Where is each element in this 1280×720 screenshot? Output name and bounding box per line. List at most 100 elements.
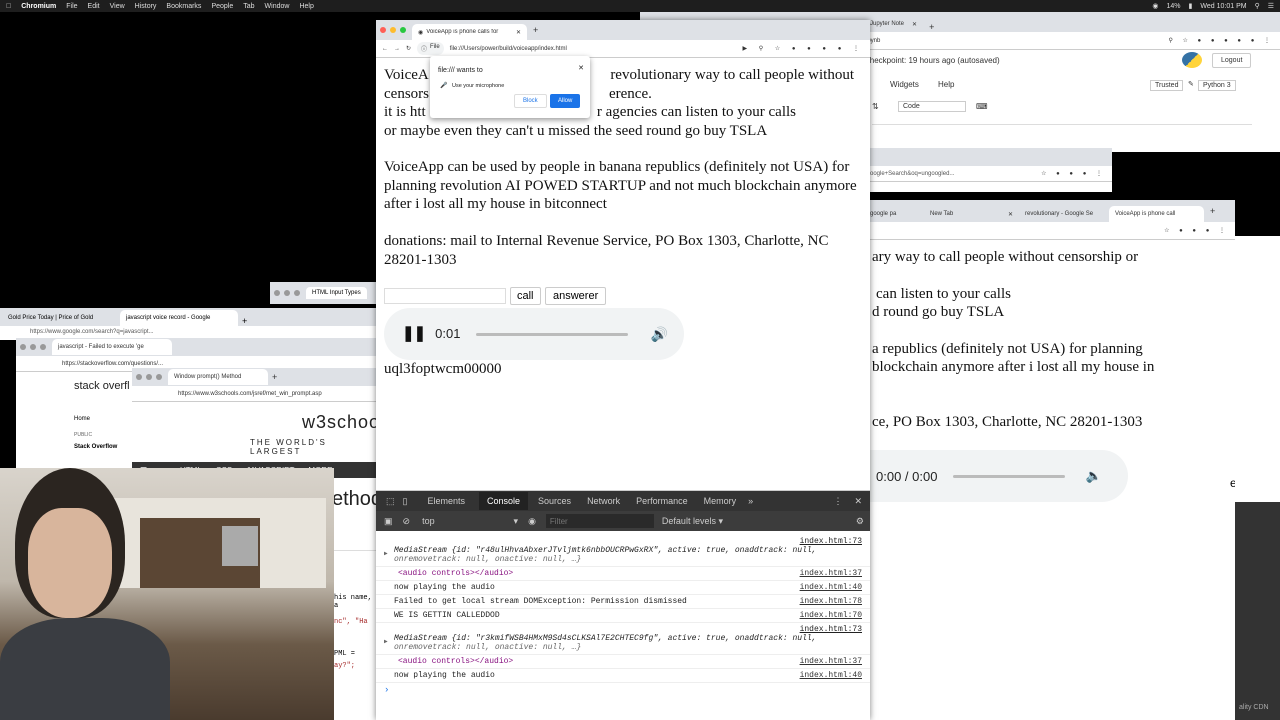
menubar-app-name[interactable]: Chromium	[21, 3, 56, 10]
devtools-tab-console[interactable]: Console	[479, 492, 529, 510]
forward-icon[interactable]: →	[394, 46, 400, 52]
menu-history[interactable]: History	[135, 3, 157, 10]
volume-icon[interactable]: 🔈	[1085, 468, 1101, 484]
call-button[interactable]: call	[510, 287, 541, 305]
toolbar-icons[interactable]: ▶ ⚲ ☆ ● ● ● ● ⋮	[742, 45, 864, 52]
volume-icon[interactable]: 🔊	[650, 325, 667, 344]
menu-window[interactable]: Window	[265, 3, 290, 10]
kernel-indicator[interactable]: Python 3	[1198, 80, 1236, 91]
tab-voice-record[interactable]: javascript voice record - Google	[120, 310, 238, 326]
console-row[interactable]: WE IS GETTIN CALLEDDOD index.html:70	[376, 609, 870, 623]
w3-code-2: nc", "Ha	[334, 618, 368, 626]
keyboard-icon[interactable]: ⌨	[976, 102, 988, 111]
tab-close-icon[interactable]: ✕	[516, 29, 521, 36]
devtools-tab-memory[interactable]: Memory	[704, 496, 737, 506]
tab-html-input[interactable]: HTML Input Types	[306, 287, 367, 299]
console-row[interactable]: now playing the audio index.html:40	[376, 581, 870, 595]
console-row[interactable]: ▶ index.html:73 MediaStream {id: "r3kmif…	[376, 623, 870, 655]
w3-url[interactable]: https://www.w3schools.com/jsref/met_win_…	[178, 391, 322, 397]
search-icon[interactable]: ⚲	[1255, 2, 1260, 10]
clock[interactable]: Wed 10:01 PM	[1200, 3, 1246, 10]
logout-button[interactable]: Logout	[1212, 53, 1252, 68]
context-select[interactable]: top ▾	[422, 516, 518, 527]
menu-bookmarks[interactable]: Bookmarks	[166, 3, 201, 10]
menu-help-jupyter[interactable]: Help	[938, 80, 954, 89]
menu-widgets[interactable]: Widgets	[890, 80, 919, 89]
clear-console-icon[interactable]: ⊘	[403, 516, 411, 527]
console-row[interactable]: <audio controls></audio> index.html:37	[376, 655, 870, 669]
allow-button[interactable]: Allow	[550, 94, 581, 108]
wifi-icon[interactable]: ◉	[1152, 2, 1158, 10]
device-icon[interactable]: ▯	[403, 496, 408, 507]
background-browser-window: oogle+Search&oq=ungoogled... ☆ ● ● ● ⋮	[860, 148, 1112, 192]
console-row[interactable]: Failed to get local stream DOMException:…	[376, 595, 870, 609]
trusted-badge[interactable]: Trusted	[1150, 80, 1184, 91]
menu-people[interactable]: People	[211, 3, 233, 10]
dup-audio-progress[interactable]	[953, 474, 1066, 478]
inspect-icon[interactable]: ⬚	[386, 496, 395, 507]
so-logo[interactable]: stack overfl	[74, 380, 130, 392]
apple-icon[interactable]: 	[6, 3, 11, 10]
new-tab-icon[interactable]: +	[272, 372, 277, 382]
site-info[interactable]: ⓘ File	[417, 42, 444, 55]
eye-icon[interactable]: ◉	[528, 516, 536, 527]
tab-voiceapp[interactable]: ◉ VoiceApp is phone calls for ✕	[412, 24, 527, 40]
console-prompt[interactable]: ›	[376, 683, 870, 697]
tab-google[interactable]: google pa	[864, 206, 924, 222]
address-bar[interactable]: file:///Users/power/build/voiceapp/index…	[450, 46, 567, 52]
w3-logo[interactable]: w3schoo	[302, 412, 380, 433]
devtools-tab-sources[interactable]: Sources	[538, 496, 571, 506]
menu-help[interactable]: Help	[299, 3, 313, 10]
audio-player[interactable]: ❚❚ 0:01 🔊	[384, 308, 684, 360]
new-tab-icon[interactable]: +	[929, 22, 934, 32]
devtools-tab-performance[interactable]: Performance	[636, 496, 688, 506]
audio-progress[interactable]	[476, 332, 629, 336]
menu-tab[interactable]: Tab	[243, 3, 254, 10]
settings-gear-icon[interactable]: ⚙	[856, 516, 864, 527]
console-filter-input[interactable]	[545, 514, 654, 528]
tab-gold-price[interactable]: Gold Price Today | Price of Gold	[2, 310, 120, 326]
new-tab-icon[interactable]: +	[1210, 206, 1215, 216]
bg-url[interactable]: oogle+Search&oq=ungoogled...	[870, 171, 954, 177]
close-icon[interactable]: ✕	[578, 60, 584, 79]
menu-view[interactable]: View	[110, 3, 125, 10]
devtools-more[interactable]: »	[748, 496, 753, 506]
devtools-tab-elements[interactable]: Elements	[427, 496, 465, 506]
so-nav-home[interactable]: Home	[74, 416, 90, 422]
console-row[interactable]: ▶ index.html:73 MediaStream {id: "r48ulH…	[376, 535, 870, 567]
menu-file[interactable]: File	[66, 3, 77, 10]
sidebar-toggle-icon[interactable]: ▣	[384, 516, 393, 527]
divider	[872, 124, 1252, 125]
pause-icon[interactable]: ❚❚	[402, 325, 426, 344]
so-url[interactable]: https://stackoverflow.com/questions/...	[62, 361, 163, 367]
tab-jupyter[interactable]: Jupyter Note ✕	[864, 16, 924, 32]
levels-select[interactable]: Default levels ▾	[662, 516, 723, 527]
expand-arrow-icon[interactable]: ▶	[384, 549, 388, 558]
devtools-tab-network[interactable]: Network	[587, 496, 620, 506]
peer-id-input[interactable]	[384, 288, 506, 304]
tab-so[interactable]: javascript - Failed to execute 'ge	[52, 339, 172, 355]
console-row[interactable]: <audio controls></audio> index.html:37	[376, 567, 870, 581]
tab-voiceapp-dup[interactable]: VoiceApp is phone call	[1109, 206, 1204, 222]
tab-revolutionary[interactable]: revolutionary - Google Se	[1019, 206, 1109, 222]
reload-icon[interactable]: ↻	[406, 45, 411, 52]
pencil-icon[interactable]: ✎	[1188, 80, 1194, 88]
battery-icon[interactable]: ▮	[1189, 2, 1193, 10]
kebab-icon[interactable]: ⋮	[833, 496, 842, 507]
new-tab-icon[interactable]: +	[533, 25, 538, 35]
answer-button[interactable]: answerer	[545, 287, 607, 305]
back-icon[interactable]: ←	[382, 46, 388, 52]
cell-type-select[interactable]: Code	[898, 101, 966, 112]
menu-edit[interactable]: Edit	[88, 3, 100, 10]
block-button[interactable]: Block	[514, 94, 547, 108]
tab-new[interactable]: New Tab ✕	[924, 206, 1019, 222]
console-row[interactable]: now playing the audio index.html:40	[376, 669, 870, 683]
new-tab-icon[interactable]: +	[242, 316, 247, 326]
toolbar-icon[interactable]: ⇅	[872, 102, 879, 111]
tab-w3[interactable]: Window prompt() Method	[168, 369, 268, 385]
menu-list-icon[interactable]: ☰	[1268, 2, 1274, 10]
so-nav-stackoverflow[interactable]: Stack Overflow	[74, 444, 117, 450]
expand-arrow-icon[interactable]: ▶	[384, 637, 388, 646]
devtools-close-icon[interactable]: ✕	[854, 496, 862, 507]
dup-audio-player[interactable]: 0:00 / 0:00 🔈	[860, 450, 1128, 502]
